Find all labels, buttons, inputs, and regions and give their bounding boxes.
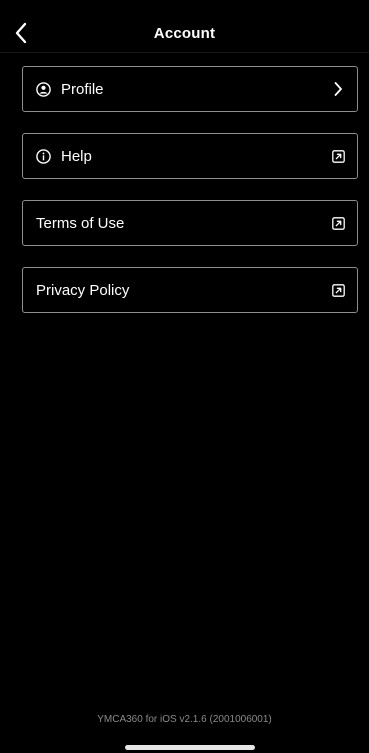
profile-label: Profile (61, 80, 104, 98)
external-link-icon (330, 282, 346, 298)
help-label: Help (61, 147, 92, 165)
terms-of-use-label: Terms of Use (36, 214, 125, 232)
account-menu: Profile Help Terms of Use Privacy Policy (22, 66, 358, 334)
external-link-icon (330, 215, 346, 231)
chevron-right-icon (330, 81, 346, 97)
home-indicator[interactable] (125, 745, 255, 750)
help-row[interactable]: Help (22, 133, 358, 179)
profile-row[interactable]: Profile (22, 66, 358, 112)
user-circle-icon (36, 81, 51, 97)
terms-of-use-row[interactable]: Terms of Use (22, 200, 358, 246)
app-header: Account (0, 0, 369, 53)
info-circle-icon (36, 148, 51, 164)
privacy-policy-label: Privacy Policy (36, 281, 130, 299)
app-version: YMCA360 for iOS v2.1.6 (2001006001) (97, 714, 272, 725)
privacy-policy-row[interactable]: Privacy Policy (22, 267, 358, 313)
page-title: Account (153, 25, 216, 42)
external-link-icon (330, 148, 346, 164)
